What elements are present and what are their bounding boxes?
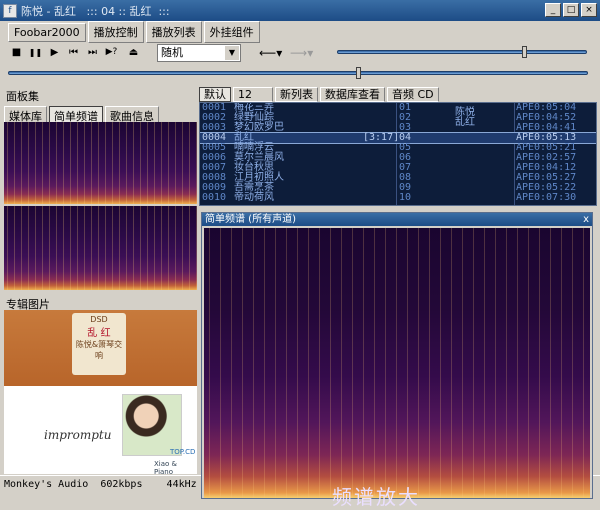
chevron-down-icon: ▼ [225, 46, 239, 60]
album-photo [122, 394, 182, 456]
tab-playlist-database[interactable]: 数据库查看 [320, 87, 385, 102]
playlist-tabs: 默认 12 新列表 数据库查看 音频 CD [199, 87, 439, 102]
title-bar: f 陈悦 - 乱红 ::: 04 :: 乱红 ::: _ □ × [0, 0, 600, 21]
tab-playlist-12[interactable]: 12 [233, 87, 273, 102]
menu-bar: Foobar2000 播放控制 播放列表 外挂组件 [0, 21, 600, 43]
forward-button[interactable]: ⟶▾ [290, 45, 313, 61]
playlist-cell-title: 帝动荷风 [234, 192, 274, 203]
album-disc-format: DSD [90, 315, 108, 324]
random-button[interactable]: ▶? [103, 44, 120, 61]
back-button[interactable]: ⟵▾ [259, 45, 282, 61]
spectrum-caption: 频谱放大 [332, 485, 420, 509]
eject-button[interactable]: ⏏ [125, 44, 142, 61]
minimize-button[interactable]: _ [545, 3, 561, 17]
close-button[interactable]: × [581, 3, 597, 17]
spectrum-large-view [204, 228, 590, 498]
play-button[interactable]: ▶ [46, 44, 63, 61]
window-title: 陈悦 - 乱红 ::: 04 :: 乱红 ::: [21, 4, 170, 18]
playlist-cell-fmt: APE [516, 192, 535, 203]
spectrum-window-close-button[interactable]: x [583, 213, 589, 226]
pause-button[interactable]: ❚❚ [27, 44, 44, 61]
playlist-rows: 0001 梅花三弄 01 APE 0:05:04 0002 绿野仙踪 02 APE 0:04:52… [200, 103, 596, 203]
spectrum-window: 简单频谱 (所有声道) x 频谱放大 [201, 212, 593, 509]
menu-foobar2000[interactable]: Foobar2000 [8, 22, 86, 42]
previous-button[interactable]: ⏮ [65, 44, 82, 61]
stop-button[interactable]: ■ [8, 44, 25, 61]
playlist-cell-time: 0:07:30 [534, 192, 577, 203]
playback-toolbar: ■ ❚❚ ▶ ⏮ ⏭ ▶? ⏏ 随机 ▼ ⟵▾ ⟶▾ [0, 43, 600, 63]
spectrum-right-channel [4, 206, 197, 290]
maximize-button[interactable]: □ [563, 3, 579, 17]
volume-slider[interactable] [337, 50, 587, 54]
playback-order-value: 随机 [161, 46, 183, 59]
window-controls: _ □ × [545, 3, 597, 17]
album-corner-logo: TOP.CD [170, 448, 196, 456]
tab-playlist-audio-cd[interactable]: 音频 CD [387, 87, 439, 102]
playlist-view[interactable]: 陈悦 乱红 0001 梅花三弄 01 APE 0:05:04 0002 绿野仙踪 02 APE 0… [199, 102, 597, 206]
menu-playback[interactable]: 播放控制 [87, 21, 144, 43]
album-disc-title: 乱 红 [87, 328, 111, 339]
panel-set-title: 面板集 [6, 90, 39, 103]
album-art: DSD 乱 红 陈悦&箫琴交响 impromptu Xiao & Piano T… [4, 310, 197, 474]
album-disc-label: DSD 乱 红 陈悦&箫琴交响 [72, 313, 126, 375]
seek-thumb[interactable] [356, 67, 361, 79]
tab-playlist-default[interactable]: 默认 [199, 87, 231, 102]
spectrum-left-channel [4, 122, 197, 204]
menu-components[interactable]: 外挂组件 [203, 21, 260, 43]
spectrum-window-title: 简单频谱 (所有声道) [202, 213, 592, 226]
playlist-cell-len: [3:17] [363, 132, 400, 143]
album-footer: Xiao & Piano [154, 460, 177, 474]
menu-playlist[interactable]: 播放列表 [145, 21, 202, 43]
playlist-cell-num: 0010 [202, 192, 227, 203]
volume-thumb[interactable] [522, 46, 527, 58]
playback-order-select[interactable]: 随机 ▼ [157, 44, 241, 62]
album-script-text: impromptu [44, 428, 112, 442]
seek-bar[interactable] [8, 71, 588, 75]
tab-playlist-new[interactable]: 新列表 [275, 87, 318, 102]
next-button[interactable]: ⏭ [84, 44, 101, 61]
playlist-row[interactable]: 0010 帝动荷风 10 APE 0:07:30 [200, 193, 596, 203]
playlist-cell-track: 10 [399, 192, 412, 203]
album-disc-subtitle: 陈悦&箫琴交响 [75, 340, 123, 360]
app-icon: f [3, 3, 17, 18]
